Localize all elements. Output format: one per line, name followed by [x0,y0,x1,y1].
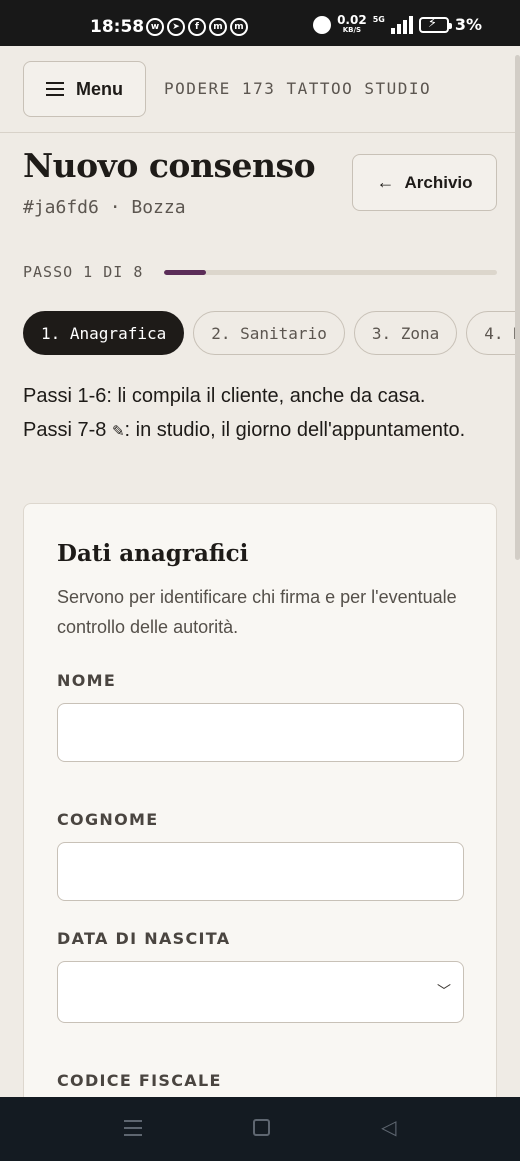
system-nav-bar: ◁ [0,1097,520,1161]
menu-button[interactable]: Menu [23,61,146,117]
intro-line-1: Passi 1-6: li compila il cliente, anche … [23,385,426,407]
progress-bar [164,270,497,275]
battery-icon: ⚡ [418,16,452,33]
studio-name: PODERE 173 TATTOO STUDIO [164,79,432,98]
messenger-icon: m [209,18,227,36]
tab-anagrafica[interactable]: 1. Anagrafica [23,311,185,355]
chevron-down-icon: ﹀ [437,984,451,1000]
battery-percent: 3% [454,15,482,34]
hamburger-icon [46,82,64,96]
arrow-left-icon: ← [376,172,395,192]
status-bar: 18:58 w ➤ f m m 0.02 KB/S 5G ⚡ 3% [0,0,520,46]
recent-apps-icon[interactable] [124,1120,142,1136]
step-tabs: 1. Anagrafica 2. Sanitario 3. Zona 4. Ri [23,311,520,356]
birthdate-select[interactable]: ﹀ [57,961,464,1023]
cognome-input[interactable] [57,842,464,901]
personal-data-card: Dati anagrafici Servono per identificare… [23,503,497,1123]
progress-fill [164,270,206,275]
messenger-icon: m [230,18,248,36]
signal-icon [390,15,413,34]
telegram-icon: ➤ [167,18,185,36]
network-type: 5G [372,15,385,24]
facebook-icon: f [188,18,206,36]
card-title: Dati anagrafici [57,540,249,567]
app-header: Menu PODERE 173 TATTOO STUDIO [0,46,520,133]
status-indicators: 0.02 KB/S 5G ⚡ 3% [313,13,482,34]
pencil-icon: ✎ [111,423,125,440]
archive-label: Archivio [404,172,473,192]
birthdate-label: DATA DI NASCITA [57,929,231,948]
scrollbar[interactable] [515,55,520,560]
step-label: PASSO 1 DI 8 [23,263,144,281]
codice-fiscale-label: CODICE FISCALE [57,1071,222,1090]
tab-sanitario[interactable]: 2. Sanitario [193,311,345,355]
intro-text: Passi 1-6: li compila il cliente, anche … [23,379,493,449]
alarm-icon [313,15,332,34]
tab-zona[interactable]: 3. Zona [353,311,458,355]
cognome-label: COGNOME [57,810,159,829]
back-icon[interactable]: ◁ [381,1115,396,1139]
tab-step-4[interactable]: 4. Ri [466,311,520,355]
intro-line-2a: Passi 7-8 [23,419,107,441]
menu-label: Menu [76,78,123,99]
page-title: Nuovo consenso [23,146,316,185]
home-icon[interactable] [253,1119,270,1136]
status-time: 18:58 [90,17,145,37]
nome-label: NOME [57,671,117,690]
card-description: Servono per identificare chi firma e per… [57,587,457,637]
page-subtitle: #ja6fd6 · Bozza [23,197,186,218]
nome-input[interactable] [57,703,464,762]
notification-icons: w ➤ f m m [146,18,248,36]
whatsapp-icon: w [146,18,164,36]
network-speed: 0.02 KB/S [337,13,367,34]
intro-line-2b: : in studio, il giorno dell'appuntamento… [124,419,466,441]
archive-button[interactable]: ← Archivio [352,154,497,211]
